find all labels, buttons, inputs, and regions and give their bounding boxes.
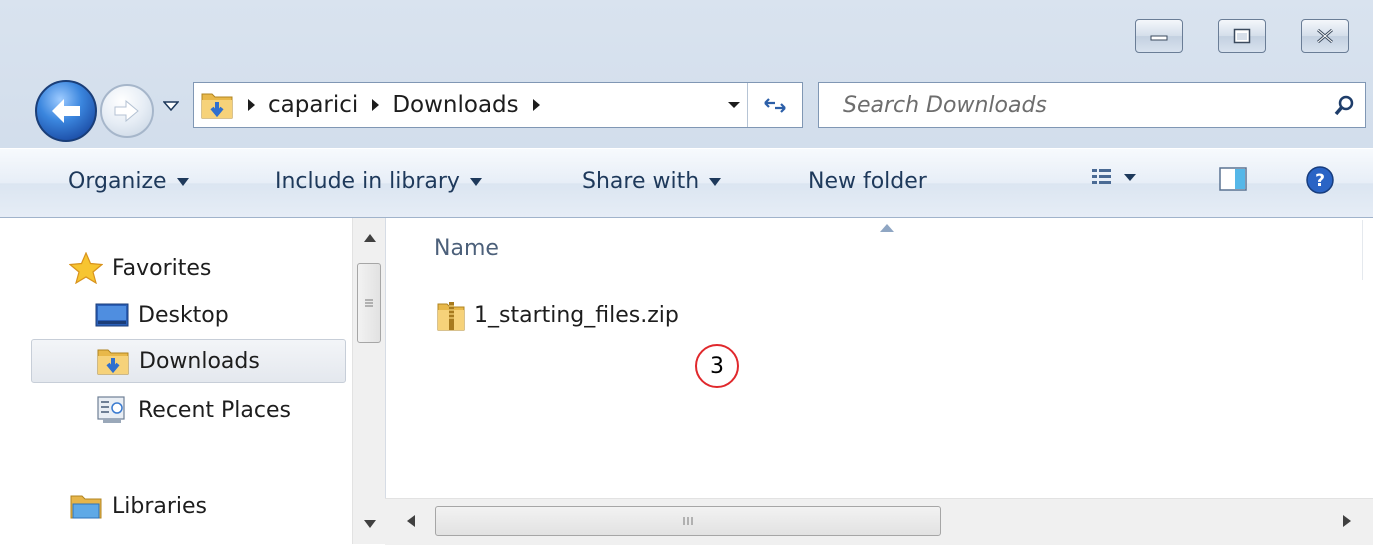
include-in-library-label: Include in library [275,169,460,194]
scroll-thumb[interactable] [435,506,941,536]
scroll-down-button[interactable] [353,510,386,538]
new-folder-button[interactable]: New folder [808,169,927,194]
scroll-left-icon [407,515,415,527]
scroll-up-button[interactable] [353,224,386,252]
search-box[interactable] [818,82,1366,128]
step-annotation-badge: 3 [695,344,739,388]
scroll-right-icon [1343,515,1351,527]
chevron-down-icon [728,102,740,108]
downloads-folder-icon [201,93,233,119]
new-folder-label: New folder [808,169,927,194]
recent-places-icon [94,394,130,426]
nav-item-label: Downloads [139,348,260,374]
search-button[interactable] [1325,85,1365,125]
back-arrow-icon [52,99,80,123]
nav-item-libraries[interactable]: Libraries [0,484,346,528]
minimize-icon [1150,35,1168,41]
close-button[interactable] [1301,19,1349,53]
file-list-pane: Name 1_starting_files.zip 3 [385,218,1373,544]
include-in-library-menu[interactable]: Include in library [275,169,482,194]
nav-item-label: Desktop [138,302,229,328]
chevron-down-icon [469,177,482,186]
libraries-icon [68,490,104,522]
breadcrumb-separator-icon[interactable] [531,98,541,112]
navigation-pane: Favorites Desktop Downloads Recent Place… [0,218,385,544]
scroll-down-icon [363,520,376,528]
back-button[interactable] [35,80,97,142]
downloads-folder-icon [95,345,131,377]
change-view-button[interactable] [1090,165,1150,189]
nav-item-recent-places[interactable]: Recent Places [0,388,346,432]
refresh-button[interactable] [747,83,802,127]
maximize-button[interactable] [1218,19,1266,53]
sort-ascending-icon [880,224,894,232]
share-with-label: Share with [582,169,700,194]
grip-icon [683,517,693,525]
search-icon [1334,95,1354,116]
breadcrumb-separator-icon[interactable] [370,98,380,112]
breadcrumb-caparici[interactable]: caparici [268,92,358,118]
scroll-up-icon [363,234,376,242]
nav-item-label: Libraries [112,493,208,519]
help-icon: ? [1306,166,1334,194]
maximize-icon [1233,28,1251,44]
refresh-icon [764,98,786,113]
address-dropdown-button[interactable] [724,95,744,115]
column-divider[interactable] [1362,220,1363,280]
nav-pane-scrollbar[interactable] [352,218,386,544]
views-icon [1092,169,1136,184]
column-header-name[interactable]: Name [434,236,499,261]
breadcrumb-downloads[interactable]: Downloads [392,92,518,118]
organize-label: Organize [68,169,167,194]
organize-menu[interactable]: Organize [68,169,189,194]
preview-pane-button[interactable] [1218,165,1248,193]
scroll-right-button[interactable] [1337,511,1357,531]
scroll-thumb[interactable] [357,263,381,343]
search-input[interactable] [841,91,1325,119]
file-name: 1_starting_files.zip [474,302,679,328]
address-bar[interactable]: caparici Downloads [193,82,803,128]
grip-icon [365,299,373,307]
scroll-left-button[interactable] [401,511,421,531]
star-icon [68,252,104,284]
close-icon [1317,28,1333,44]
desktop-icon [94,299,130,331]
preview-pane-icon [1219,167,1247,191]
forward-arrow-icon [114,99,139,123]
chevron-down-icon [709,177,722,186]
svg-text:?: ? [1315,171,1325,191]
file-item[interactable]: 1_starting_files.zip [436,298,679,332]
nav-item-label: Recent Places [138,397,291,423]
command-bar: Organize Include in library Share with N… [0,148,1373,218]
chevron-down-icon [163,101,179,111]
nav-item-downloads[interactable]: Downloads [31,339,346,383]
file-list-hscrollbar[interactable] [385,498,1373,545]
nav-item-favorites[interactable]: Favorites [0,246,346,290]
zip-folder-icon [437,302,465,331]
explorer-window: caparici Downloads Organize I [0,0,1373,545]
help-button[interactable]: ? [1305,165,1335,195]
breadcrumb-separator-icon [248,99,255,111]
minimize-button[interactable] [1135,19,1183,53]
chevron-down-icon [176,177,189,186]
nav-item-desktop[interactable]: Desktop [0,293,346,337]
nav-item-label: Favorites [112,255,212,281]
share-with-menu[interactable]: Share with [582,169,722,194]
forward-button[interactable] [100,84,154,138]
recent-pages-button[interactable] [160,96,182,116]
